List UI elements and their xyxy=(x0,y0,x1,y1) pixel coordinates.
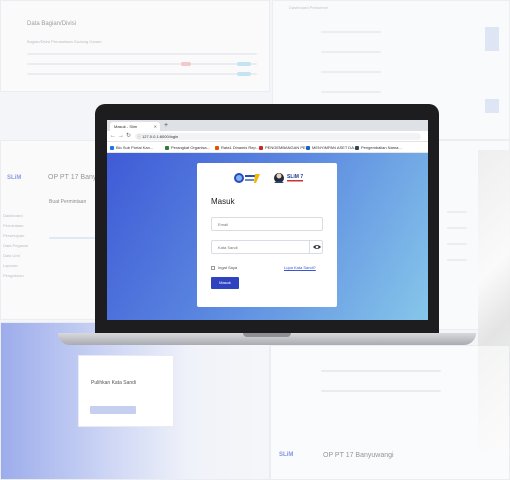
bookmark-item[interactable]: Perangkat Organisa... xyxy=(165,145,210,150)
forward-icon[interactable]: → xyxy=(118,132,124,141)
bookmark-label: Rata1 Dinamis Rep... xyxy=(221,145,260,150)
bg-menu-item: Pengaturan xyxy=(3,273,24,278)
bookmark-icon xyxy=(259,145,263,150)
bg-status-chip xyxy=(181,62,191,66)
bg-card-title: Pulihkan Kata Sandi xyxy=(91,380,137,386)
checkbox-icon[interactable] xyxy=(211,266,215,270)
bookmark-label: PENGEMBANGAN PE... xyxy=(265,145,310,150)
bg-page-title: Data Bagian/Divisi xyxy=(27,21,77,27)
address-bar[interactable]: ⓘ 127.0.0.1:8000/login xyxy=(135,133,421,140)
tab-title: Masuk - Slim xyxy=(114,124,138,129)
bg-menu-item: Dashboard xyxy=(3,213,23,218)
eye-icon xyxy=(313,245,321,249)
bookmark-label: Bio Sub Portal Kan... xyxy=(116,145,154,150)
svg-text:SLiM 7: SLiM 7 xyxy=(287,174,303,180)
bg-heading: OP PT 17 Banyuwangi xyxy=(323,452,394,459)
bookmark-icon xyxy=(215,145,219,150)
bg-status-chip xyxy=(237,62,251,66)
slim-logo: SLiM 7 xyxy=(274,173,303,183)
bg-menu-item: Laporan xyxy=(3,263,18,268)
login-card: SLiM 7 Masuk Ingat Saya Lupa Kata Sandi?… xyxy=(197,163,337,307)
laptop-screen: Masuk - Slim ✕ + ← → ↻ ⓘ 127.0.0.1:8000/… xyxy=(107,120,428,320)
remember-me-label: Ingat Saya xyxy=(218,265,238,270)
bookmark-item[interactable]: PENGEMBANGAN PE... xyxy=(259,145,309,150)
tab-close-icon[interactable]: ✕ xyxy=(154,122,157,131)
bookmark-item[interactable]: Bio Sub Portal Kan... xyxy=(110,145,153,150)
bg-recovery-card: Pulihkan Kata Sandi xyxy=(78,355,174,427)
bg-menu-item: Data Pegawai xyxy=(3,243,28,248)
login-button[interactable]: Masuk xyxy=(211,277,239,289)
bg-list-row xyxy=(447,243,467,245)
bookmark-icon xyxy=(165,145,169,150)
bg-table-header xyxy=(27,53,257,55)
bg-menu-item: Persetujuan xyxy=(3,233,25,238)
bg-page-subtitle: Bagian/Divisi Perusahaan Gudang Garam xyxy=(27,39,102,44)
bookmark-icon xyxy=(355,145,359,150)
remember-me-checkbox[interactable]: Ingat Saya xyxy=(211,265,237,270)
bookmark-label: Perangkat Organisa... xyxy=(171,145,210,150)
background-screenshot-bottom-right: SLiM OP PT 17 Banyuwangi xyxy=(270,345,510,480)
bg-highlight-row xyxy=(49,237,95,239)
bg-brand-logo: SLiM xyxy=(279,452,294,458)
bg-list-row xyxy=(321,91,381,93)
bookmark-label: MENYIMPAN ASET DA... xyxy=(312,145,358,150)
bg-menu-item: Permintaan xyxy=(3,223,24,228)
bg-chart-bar xyxy=(485,27,499,51)
bookmark-item[interactable]: Pengembalian Nama... xyxy=(355,145,402,150)
laptop-notch xyxy=(243,333,291,337)
bg-table-row xyxy=(27,73,257,75)
forgot-password-link[interactable]: Lupa Kata Sandi? xyxy=(284,265,316,270)
bg-list-row xyxy=(321,31,381,33)
bg-list-row xyxy=(321,71,381,73)
bookmarks-bar: Bio Sub Portal Kan... Perangkat Organisa… xyxy=(107,142,428,153)
bg-table-row xyxy=(27,63,257,65)
toggle-password-button[interactable] xyxy=(309,240,323,254)
bg-section-title: Buat Permintaan xyxy=(49,199,87,205)
site-info-icon[interactable]: ⓘ xyxy=(137,133,141,140)
bg-list-row xyxy=(447,211,467,213)
bg-card-button xyxy=(90,406,136,414)
background-screenshot-middle-left: SLiM Buat Permintaan Dashboard Permintaa… xyxy=(0,140,110,320)
bookmark-icon xyxy=(306,145,310,150)
company-logo xyxy=(234,173,260,183)
bookmark-item[interactable]: MENYIMPAN ASET DA... xyxy=(306,145,357,150)
bg-list-row xyxy=(321,390,441,392)
password-field[interactable] xyxy=(211,240,323,254)
new-tab-icon[interactable]: + xyxy=(164,121,168,130)
reload-icon[interactable]: ↻ xyxy=(126,132,131,141)
browser-tabstrip: Masuk - Slim ✕ + xyxy=(107,120,428,131)
bg-status-chip xyxy=(237,72,251,76)
email-field[interactable] xyxy=(211,217,323,231)
address-url: 127.0.0.1:8000/login xyxy=(142,134,179,139)
bg-list-row xyxy=(447,227,467,229)
browser-tab[interactable]: Masuk - Slim ✕ xyxy=(110,122,160,131)
bg-menu-item: Data Unit xyxy=(3,253,20,258)
bg-list-row xyxy=(321,370,441,372)
login-title: Masuk xyxy=(211,197,235,206)
bookmark-item[interactable]: Rata1 Dinamis Rep... xyxy=(215,145,259,150)
login-page: SLiM 7 Masuk Ingat Saya Lupa Kata Sandi?… xyxy=(107,153,428,320)
bg-brand-logo: SLiM xyxy=(7,175,22,181)
back-icon[interactable]: ← xyxy=(110,132,116,141)
bookmark-icon xyxy=(110,145,114,150)
bg-dashboard-title: Dashboard Personnel xyxy=(289,5,328,10)
bg-list-row xyxy=(447,259,467,261)
browser-toolbar: ← → ↻ ⓘ 127.0.0.1:8000/login xyxy=(107,131,428,142)
bg-list-row xyxy=(321,51,381,53)
bg-chart-bar xyxy=(485,99,499,113)
background-screenshot-top-left: Data Bagian/Divisi Bagian/Divisi Perusah… xyxy=(0,0,270,92)
bookmark-label: Pengembalian Nama... xyxy=(361,145,402,150)
